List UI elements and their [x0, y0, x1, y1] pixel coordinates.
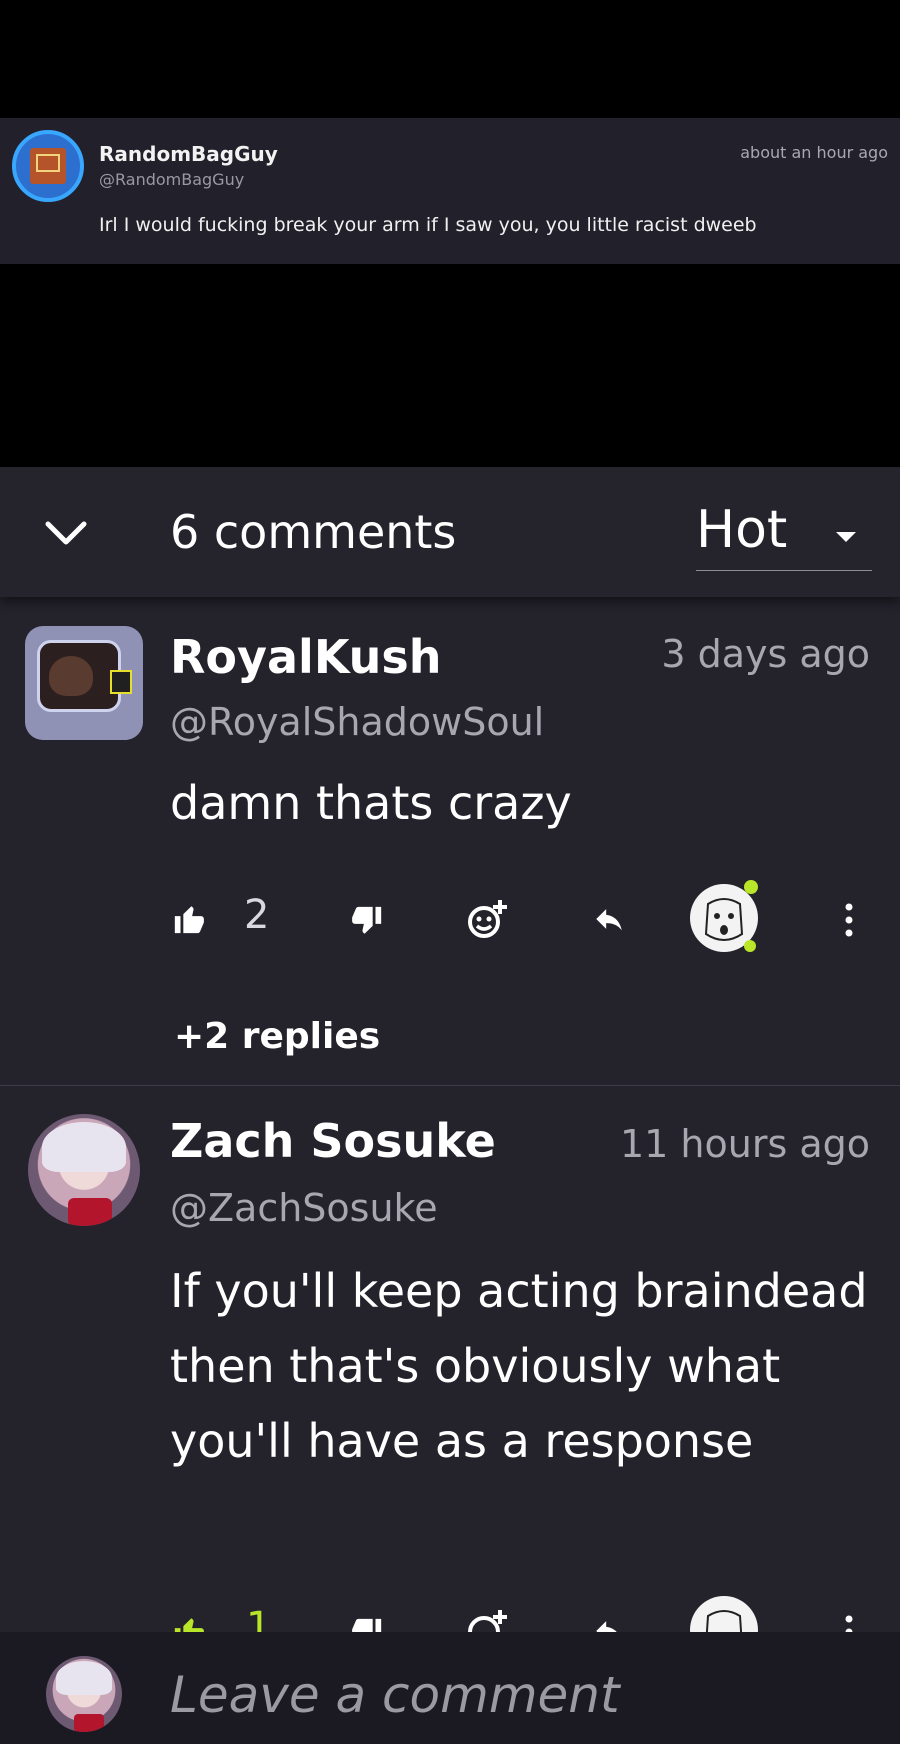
comment-timestamp: 3 days ago: [661, 632, 870, 676]
quoted-post-author-handle: @RandomBagGuy: [99, 170, 245, 189]
commenter-avatar[interactable]: [25, 626, 143, 740]
thumbs-down-icon: [352, 906, 382, 934]
comment-divider: [0, 1085, 900, 1086]
more-vertical-icon: [845, 903, 853, 937]
caret-down-icon: [836, 532, 856, 542]
comment-count: 6 comments: [170, 505, 457, 559]
like-button[interactable]: [172, 902, 206, 936]
sort-value: Hot: [696, 500, 788, 560]
comment-timestamp: 11 hours ago: [619, 1122, 870, 1166]
sort-dropdown[interactable]: Hot: [696, 500, 872, 571]
comment-text: damn thats crazy: [170, 776, 572, 830]
avatar-collar: [68, 1198, 112, 1226]
quoted-post-text: Irl I would fucking break your arm if I …: [99, 214, 757, 236]
comment-text: If you'll keep acting braindead then tha…: [170, 1264, 868, 1468]
avatar-badge: [110, 670, 132, 694]
quoted-post-avatar[interactable]: [12, 130, 84, 202]
reaction-indicator: [744, 940, 756, 952]
comment-author-name[interactable]: Zach Sosuke: [170, 1114, 496, 1168]
bag-avatar-face: [36, 154, 60, 172]
comment-author-name[interactable]: RoyalKush: [170, 630, 442, 684]
avatar-collar: [74, 1714, 104, 1732]
quoted-post-timestamp: about an hour ago: [740, 143, 888, 162]
avatar-hair: [56, 1661, 112, 1695]
view-replies-button[interactable]: +2 replies: [174, 1016, 380, 1057]
like-count: 2: [244, 892, 270, 938]
current-user-avatar: [46, 1656, 122, 1732]
avatar-face: [49, 656, 93, 696]
comment-author-handle: @ZachSosuke: [170, 1186, 438, 1230]
reaction-indicator: [744, 880, 758, 894]
avatar-hair: [42, 1122, 126, 1172]
comment-input[interactable]: [170, 1660, 870, 1730]
collapse-comments-button[interactable]: [44, 512, 88, 556]
quoted-post-author-name[interactable]: RandomBagGuy: [99, 142, 278, 166]
dislike-button[interactable]: [350, 904, 384, 938]
comment-more-button[interactable]: [842, 902, 856, 938]
commenter-avatar[interactable]: [28, 1114, 140, 1226]
chevron-down-icon: [45, 521, 87, 545]
emoji-add-icon: [468, 900, 507, 938]
comment-author-handle: @RoyalShadowSoul: [170, 700, 545, 744]
add-reaction-button[interactable]: [466, 898, 508, 940]
thumbs-up-icon: [174, 906, 204, 934]
quoted-post-card[interactable]: [0, 118, 900, 264]
reply-icon: [596, 909, 622, 931]
reply-button[interactable]: [590, 902, 628, 936]
